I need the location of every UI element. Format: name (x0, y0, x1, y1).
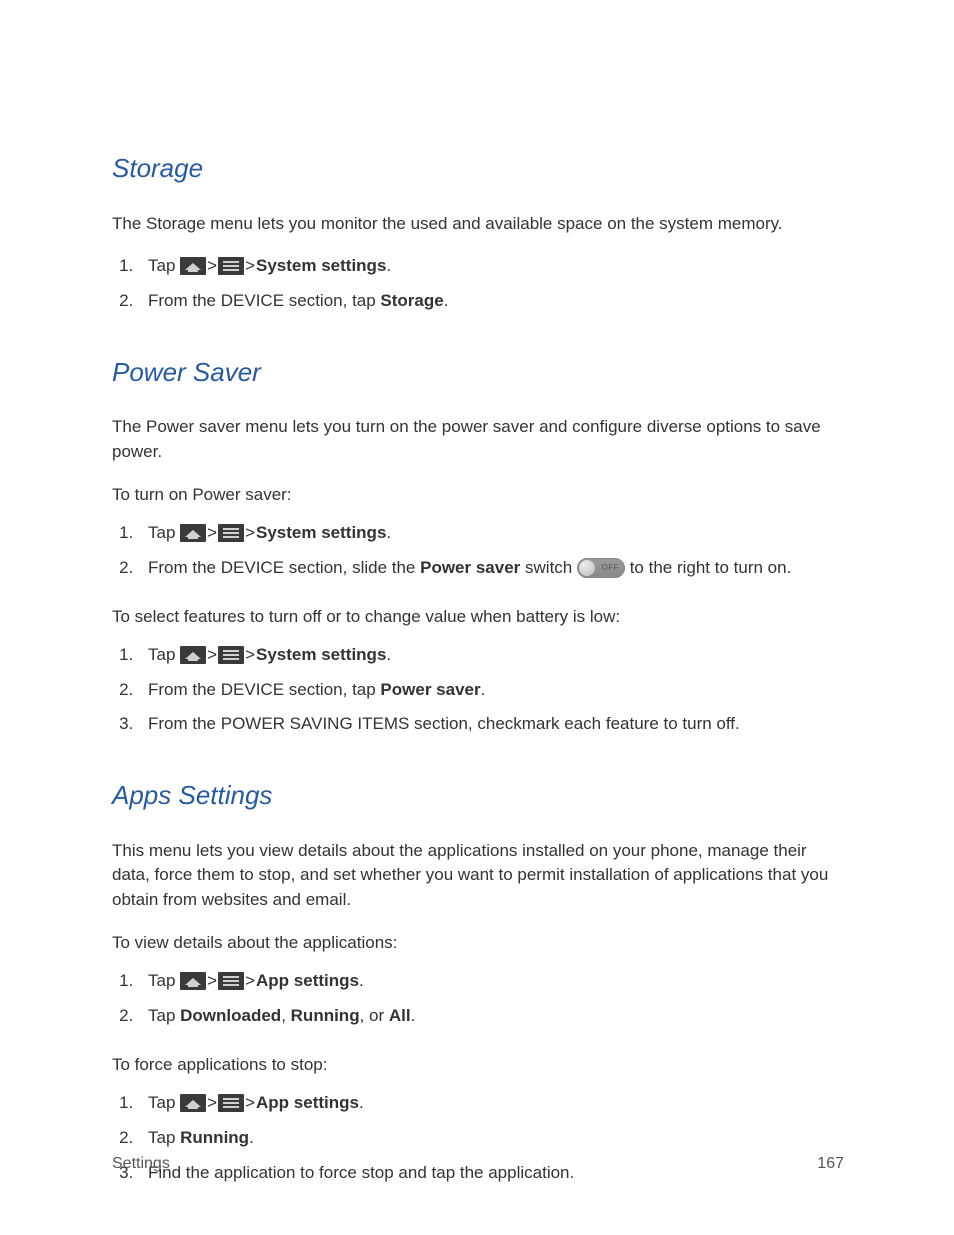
step-text: . (444, 291, 449, 310)
steps-storage: Tap > > System settings. From the DEVICE… (138, 254, 844, 313)
list-item: Tap > > App settings. (138, 1091, 844, 1116)
step-text: Tap (148, 1093, 180, 1112)
footer-title: Settings (112, 1152, 170, 1175)
caret-right-icon: > (207, 969, 217, 994)
list-item: From the DEVICE section, tap Storage. (138, 289, 844, 314)
toggle-off-icon: OFF (577, 558, 625, 578)
step-text: . (386, 645, 391, 664)
toggle-label: OFF (601, 562, 619, 574)
list-item: From the DEVICE section, tap Power saver… (138, 678, 844, 703)
menu-icon (218, 1094, 244, 1112)
step-text: Tap (148, 971, 180, 990)
step-text: Tap (148, 1128, 180, 1147)
step-bold: App settings (256, 1093, 359, 1112)
list-item: Tap Downloaded, Running, or All. (138, 1004, 844, 1029)
step-text: From the DEVICE section, slide the (148, 558, 420, 577)
list-item: From the POWER SAVING ITEMS section, che… (138, 712, 844, 737)
step-text: . (249, 1128, 254, 1147)
heading-apps: Apps Settings (112, 777, 844, 815)
subintro: To force applications to stop: (112, 1053, 844, 1078)
step-bold: System settings (256, 645, 386, 664)
list-item: Tap Running. (138, 1126, 844, 1151)
subintro: To turn on Power saver: (112, 483, 844, 508)
list-item: Tap > > System settings. (138, 254, 844, 279)
home-icon (180, 257, 206, 275)
intro-apps: This menu lets you view details about th… (112, 839, 844, 913)
step-text: . (481, 680, 486, 699)
step-text: Tap (148, 523, 180, 542)
caret-right-icon: > (245, 643, 255, 668)
step-text: Tap (148, 256, 180, 275)
step-text: Tap (148, 645, 180, 664)
step-text: From the DEVICE section, tap (148, 680, 380, 699)
steps-powersaver-b: Tap > > System settings. From the DEVICE… (138, 643, 844, 737)
intro-powersaver: The Power saver menu lets you turn on th… (112, 415, 844, 464)
step-bold: Power saver (420, 558, 520, 577)
caret-right-icon: > (207, 521, 217, 546)
step-text: . (386, 523, 391, 542)
step-bold: Running (291, 1006, 360, 1025)
step-bold: Running (180, 1128, 249, 1147)
menu-icon (218, 646, 244, 664)
step-bold: All (389, 1006, 411, 1025)
caret-right-icon: > (245, 969, 255, 994)
list-item: From the DEVICE section, slide the Power… (138, 556, 844, 581)
caret-right-icon: > (245, 521, 255, 546)
list-item: Tap > > System settings. (138, 521, 844, 546)
step-text: Tap (148, 1006, 180, 1025)
footer-page: 167 (817, 1152, 844, 1175)
heading-storage: Storage (112, 150, 844, 188)
home-icon (180, 524, 206, 542)
step-bold: System settings (256, 256, 386, 275)
subintro: To view details about the applications: (112, 931, 844, 956)
step-text: , (281, 1006, 290, 1025)
menu-icon (218, 972, 244, 990)
caret-right-icon: > (245, 254, 255, 279)
step-text: From the POWER SAVING ITEMS section, che… (148, 714, 740, 733)
step-bold: Power saver (380, 680, 480, 699)
subintro: To select features to turn off or to cha… (112, 605, 844, 630)
list-item: Tap > > System settings. (138, 643, 844, 668)
heading-powersaver: Power Saver (112, 354, 844, 392)
intro-storage: The Storage menu lets you monitor the us… (112, 212, 844, 237)
caret-right-icon: > (207, 254, 217, 279)
step-bold: App settings (256, 971, 359, 990)
step-bold: Storage (380, 291, 443, 310)
menu-icon (218, 257, 244, 275)
home-icon (180, 972, 206, 990)
steps-apps-a: Tap > > App settings. Tap Downloaded, Ru… (138, 969, 844, 1028)
step-text: . (386, 256, 391, 275)
step-bold: Downloaded (180, 1006, 281, 1025)
step-text: . (359, 971, 364, 990)
caret-right-icon: > (207, 643, 217, 668)
steps-powersaver-a: Tap > > System settings. From the DEVICE… (138, 521, 844, 580)
caret-right-icon: > (207, 1091, 217, 1116)
step-text: . (359, 1093, 364, 1112)
list-item: Tap > > App settings. (138, 969, 844, 994)
step-text: switch (520, 558, 577, 577)
home-icon (180, 646, 206, 664)
step-text: From the DEVICE section, tap (148, 291, 380, 310)
home-icon (180, 1094, 206, 1112)
step-text: to the right to turn on. (625, 558, 791, 577)
step-text: , or (360, 1006, 389, 1025)
caret-right-icon: > (245, 1091, 255, 1116)
page-footer: Settings 167 (112, 1152, 844, 1175)
step-bold: System settings (256, 523, 386, 542)
step-text: . (411, 1006, 416, 1025)
menu-icon (218, 524, 244, 542)
